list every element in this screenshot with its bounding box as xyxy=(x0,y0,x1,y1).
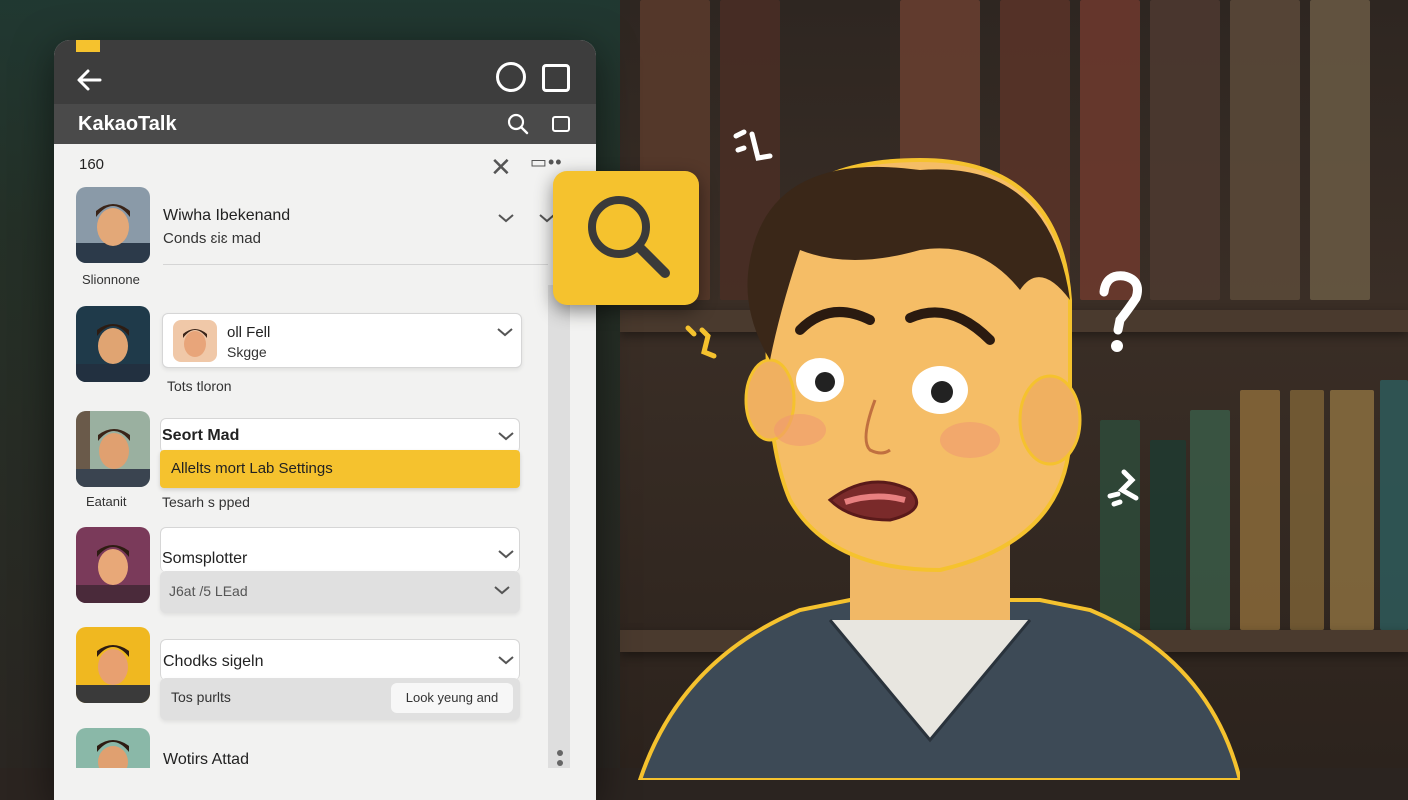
chevron-down-icon[interactable] xyxy=(497,212,515,224)
contact-subtitle: Conds ɛiɛ mad xyxy=(163,230,261,247)
book xyxy=(1240,390,1280,630)
app-bar: KakaoTalk xyxy=(54,104,596,144)
contact-name[interactable]: Seort Mad xyxy=(162,427,239,445)
book xyxy=(1290,390,1324,630)
scrollbar[interactable] xyxy=(548,285,570,768)
status-accent xyxy=(76,40,100,52)
circle-icon[interactable] xyxy=(496,62,526,92)
close-icon[interactable]: ✕ xyxy=(490,154,512,180)
dropdown-value: J6at /5 LEad xyxy=(169,583,248,599)
book xyxy=(1330,390,1374,630)
book xyxy=(1310,0,1370,300)
squiggle-icon xyxy=(685,325,717,359)
contact-subtitle: Tos purlts xyxy=(171,689,231,705)
chevron-down-icon[interactable] xyxy=(497,548,515,560)
chevron-down-icon[interactable] xyxy=(497,654,515,666)
confused-person-illustration xyxy=(637,157,1240,780)
contact-name[interactable]: Wiwha Ibekenand xyxy=(163,207,290,225)
mini-avatar xyxy=(173,320,217,362)
search-icon[interactable] xyxy=(506,112,530,136)
chevron-down-icon[interactable] xyxy=(493,584,511,596)
chevron-down-icon[interactable] xyxy=(496,326,514,338)
square-icon[interactable] xyxy=(542,64,570,92)
avatar-caption: Eatanit xyxy=(86,494,127,509)
contact-subtitle: Skgge xyxy=(227,344,267,360)
contact-caption: Tots tloron xyxy=(167,378,232,394)
squiggle-icon xyxy=(733,129,773,161)
avatar xyxy=(76,627,150,703)
scroll-dot xyxy=(557,750,563,756)
contact-name[interactable]: Somsplotter xyxy=(162,550,247,568)
contact-name: oll Fell xyxy=(227,324,271,341)
status-bar xyxy=(54,40,596,104)
contact-card[interactable]: oll Fell Skgge xyxy=(162,313,522,368)
settings-banner[interactable]: Allelts mort Lab Settings xyxy=(160,450,520,488)
app-title: KakaoTalk xyxy=(78,113,177,135)
book xyxy=(1230,0,1300,300)
book xyxy=(1380,380,1408,630)
back-arrow-icon[interactable] xyxy=(72,62,108,98)
avatar-caption: Slionnone xyxy=(82,272,140,287)
action-field: Tos purlts Look yeung and xyxy=(160,678,520,720)
avatar xyxy=(76,187,150,263)
more-icon[interactable]: ▭•• xyxy=(530,152,563,173)
squiggle-icon xyxy=(1107,469,1139,507)
scroll-dot xyxy=(557,760,563,766)
list-count: 160 xyxy=(79,156,105,173)
contact-name[interactable]: Wotirs Attad xyxy=(163,751,249,769)
avatar xyxy=(76,411,150,487)
avatar xyxy=(76,306,150,382)
contact-name[interactable]: Chodks sigeln xyxy=(163,653,264,671)
divider xyxy=(163,264,548,265)
question-mark-icon xyxy=(1099,271,1142,352)
contact-subtitle: Tesarh s pped xyxy=(162,494,250,510)
chevron-down-icon[interactable] xyxy=(497,430,515,442)
dropdown-field[interactable]: J6at /5 LEad xyxy=(160,571,520,613)
avatar xyxy=(76,728,150,768)
compose-icon[interactable] xyxy=(552,116,570,132)
action-button[interactable]: Look yeung and xyxy=(391,683,513,713)
avatar xyxy=(76,527,150,603)
